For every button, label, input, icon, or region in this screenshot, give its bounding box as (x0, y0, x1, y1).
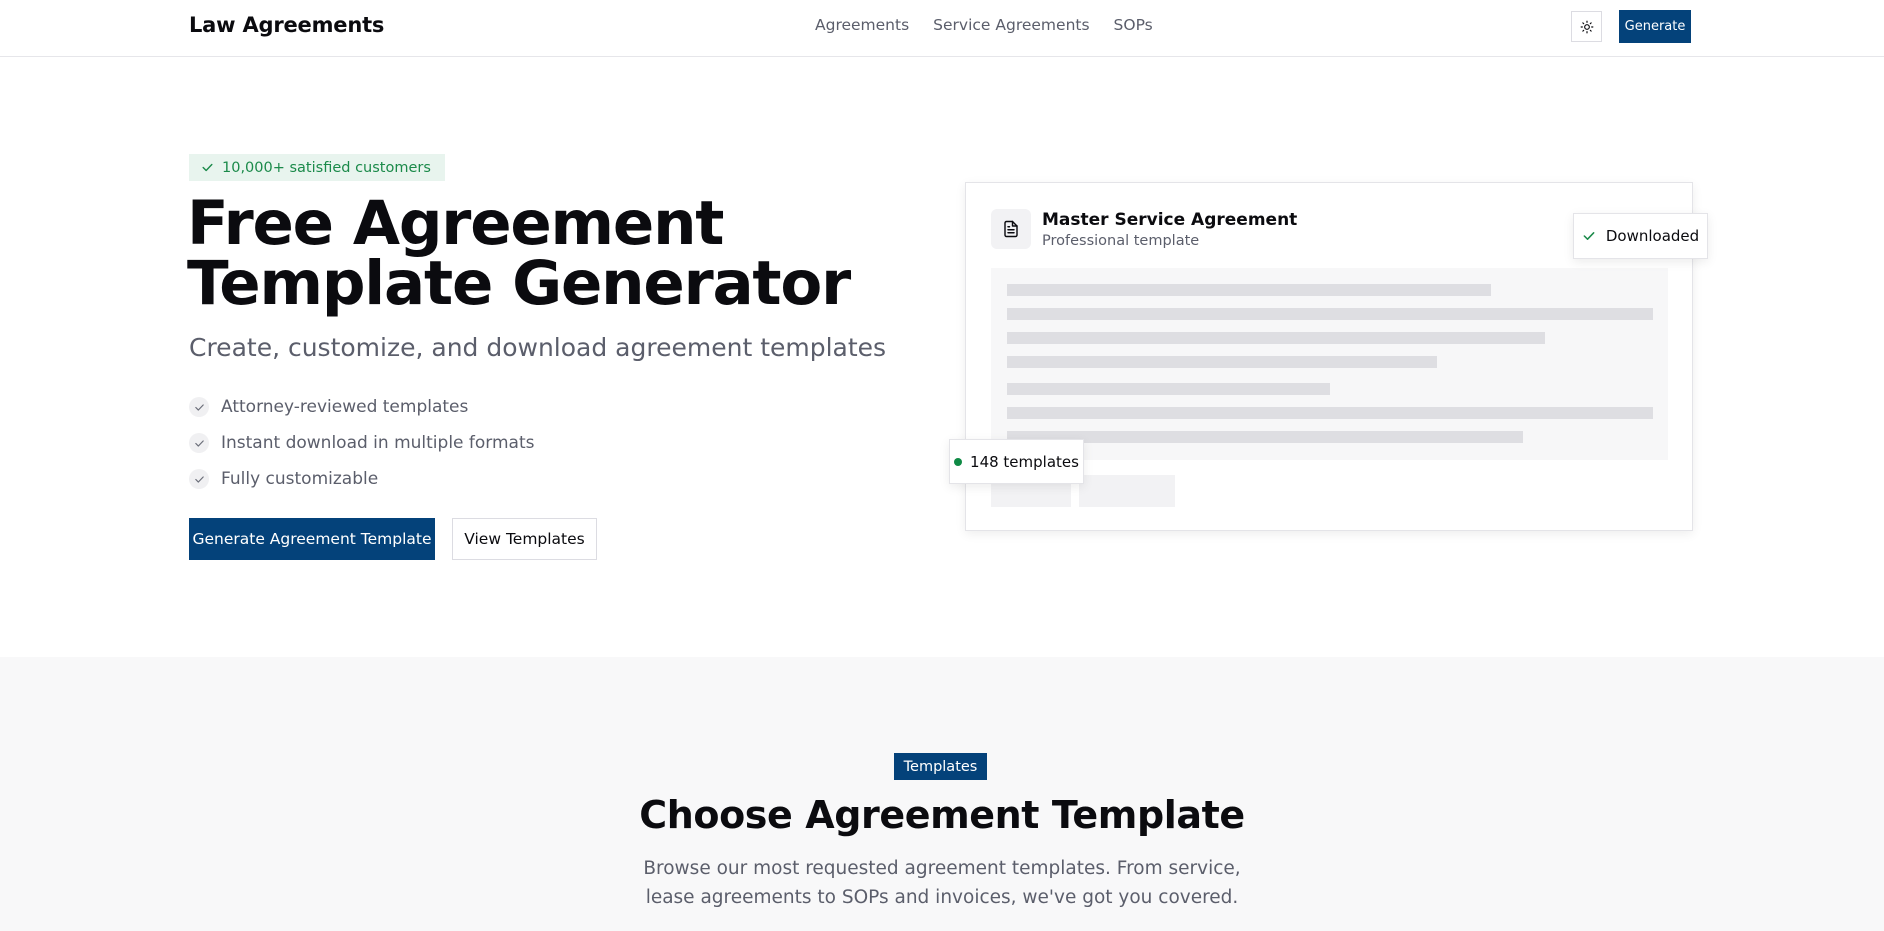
skeleton-line (1007, 284, 1491, 296)
brand-logo[interactable]: Law Agreements (189, 13, 384, 37)
generate-agreement-template-button[interactable]: Generate Agreement Template (189, 518, 435, 560)
document-preview-area (991, 268, 1668, 460)
document-title: Master Service Agreement (1042, 210, 1298, 230)
skeleton-line (1007, 308, 1653, 320)
templates-section: Templates Choose Agreement Template Brow… (0, 657, 1884, 931)
check-icon (202, 163, 213, 172)
feature-list: Attorney-reviewed templates Instant down… (189, 389, 534, 497)
nav-sops[interactable]: SOPs (1114, 16, 1153, 34)
document-subtitle: Professional template (1042, 233, 1200, 249)
theme-toggle-button[interactable] (1571, 11, 1602, 42)
view-templates-button[interactable]: View Templates (452, 518, 597, 560)
skeleton-line (1007, 431, 1523, 443)
feature-item: Instant download in multiple formats (189, 425, 534, 461)
skeleton-line (1007, 383, 1330, 395)
generate-button[interactable]: Generate (1619, 10, 1691, 43)
downloaded-badge: Downloaded (1573, 213, 1708, 259)
nav-service-agreements[interactable]: Service Agreements (933, 16, 1089, 34)
feature-item: Attorney-reviewed templates (189, 389, 534, 425)
feature-item: Fully customizable (189, 461, 534, 497)
check-icon (1583, 232, 1595, 240)
customers-badge: 10,000+ satisfied customers (189, 154, 445, 181)
status-dot-icon (954, 457, 963, 466)
templates-count-label: 148 templates (970, 452, 1079, 471)
section-tag: Templates (894, 753, 987, 780)
hero-subtitle: Create, customize, and download agreemen… (189, 333, 887, 362)
main-nav: Agreements Service Agreements SOPs (815, 16, 1153, 34)
sun-icon (1580, 20, 1593, 33)
hero-title-line-2: Template Generator (187, 248, 851, 319)
check-circle-icon (189, 469, 209, 489)
hero-title: Free Agreement Template Generator (187, 193, 907, 314)
feature-label: Instant download in multiple formats (221, 433, 535, 453)
document-icon (991, 209, 1031, 249)
nav-agreements[interactable]: Agreements (815, 16, 909, 34)
feature-label: Attorney-reviewed templates (221, 397, 469, 417)
skeleton-line (1007, 356, 1437, 368)
check-circle-icon (189, 397, 209, 417)
skeleton-line (1007, 407, 1653, 419)
downloaded-label: Downloaded (1605, 227, 1700, 245)
check-circle-icon (189, 433, 209, 453)
skeleton-button (1079, 475, 1175, 507)
skeleton-line (1007, 332, 1545, 344)
section-title: Choose Agreement Template (639, 793, 1245, 837)
customers-badge-label: 10,000+ satisfied customers (222, 159, 431, 176)
templates-count-badge: 148 templates (949, 439, 1084, 484)
section-description: Browse our most requested agreement temp… (643, 858, 1241, 908)
feature-label: Fully customizable (221, 469, 379, 489)
site-header: Law Agreements Agreements Service Agreem… (0, 0, 1884, 57)
